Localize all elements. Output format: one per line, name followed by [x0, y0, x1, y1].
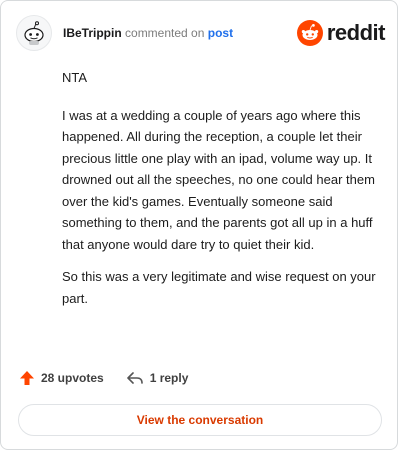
commented-on-text: commented on	[125, 26, 205, 40]
comment-header: IBeTrippin commented on post reddit	[16, 13, 386, 53]
user-avatar[interactable]	[16, 15, 52, 51]
comment-body: NTA I was at a wedding a couple of years…	[62, 67, 382, 320]
comment-card: IBeTrippin commented on post reddit NTA …	[0, 0, 398, 450]
reddit-wordmark: reddit	[326, 20, 386, 45]
comment-paragraph: So this was a very legitimate and wise r…	[62, 269, 376, 306]
upvote-count: 28 upvotes	[41, 371, 104, 385]
view-conversation-button[interactable]: View the conversation	[18, 404, 382, 436]
upvote-arrow-icon	[20, 371, 34, 385]
reply-arrow-icon	[126, 372, 143, 384]
reddit-logo[interactable]: reddit	[296, 20, 386, 46]
comment-actions: 28 upvotes 1 reply	[19, 370, 188, 386]
comment-paragraph: I was at a wedding a couple of years ago…	[62, 107, 375, 252]
comment-paragraph: NTA	[62, 70, 88, 85]
snoo-avatar-icon	[24, 21, 44, 45]
comment-byline: IBeTrippin commented on post	[63, 26, 233, 40]
username-link[interactable]: IBeTrippin	[63, 26, 122, 40]
reddit-snoo-logo-icon	[296, 20, 323, 46]
reply-count: 1 reply	[149, 371, 189, 385]
reply-button[interactable]: 1 reply	[126, 370, 189, 386]
post-link[interactable]: post	[208, 26, 233, 40]
upvote-button[interactable]: 28 upvotes	[19, 370, 104, 386]
